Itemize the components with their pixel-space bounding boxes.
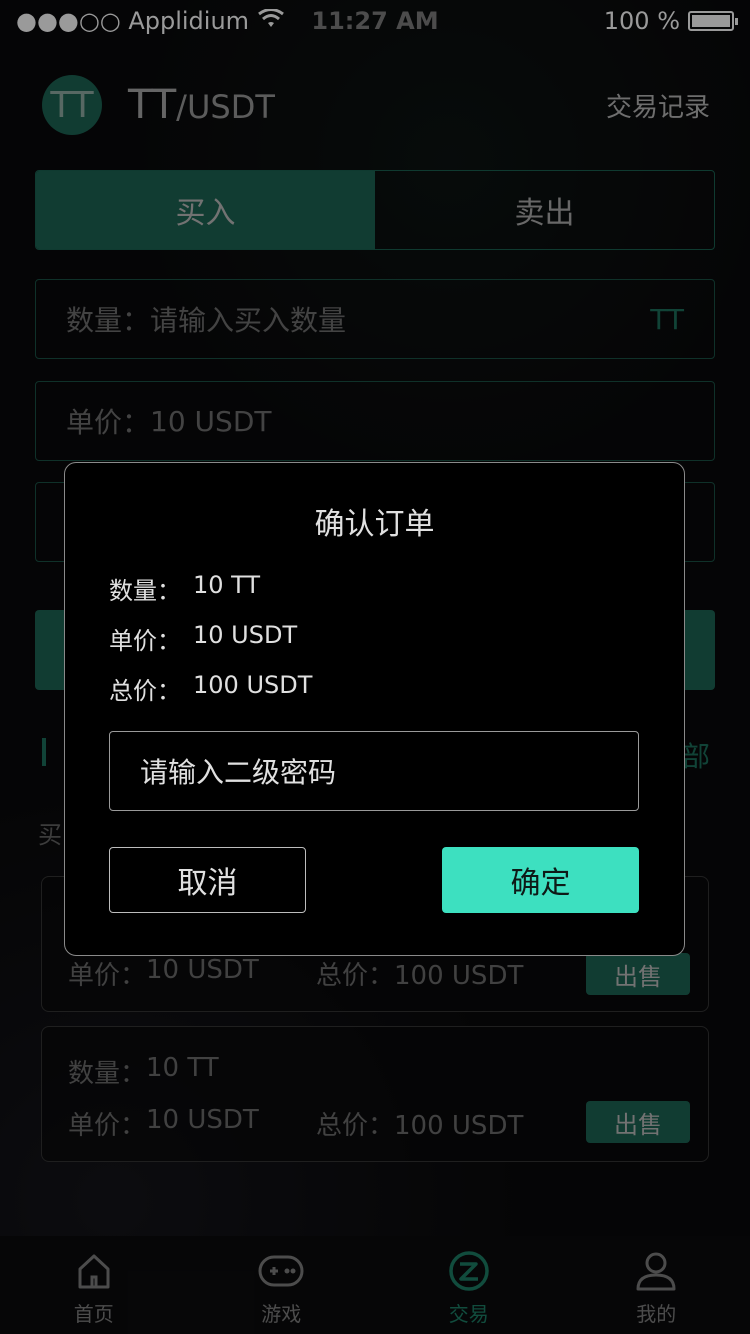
confirm-button[interactable]: 确定 (442, 847, 639, 913)
wifi-icon (257, 7, 285, 35)
dialog-title: 确认订单 (314, 507, 435, 542)
dialog-price: 10 USDT (193, 621, 298, 649)
battery-icon (688, 11, 738, 31)
cancel-button[interactable]: 取消 (109, 847, 306, 913)
confirm-order-dialog: 确认订单 数量： 10 TT 单价： 10 USDT 总价： 100 USDT … (64, 462, 685, 956)
dialog-quantity: 10 TT (193, 571, 261, 599)
secondary-password-input[interactable]: 请输入二级密码 (109, 731, 639, 811)
carrier-label: ●●●○○ Applidium (16, 7, 250, 35)
dialog-quantity-row: 数量： 10 TT (109, 571, 260, 606)
dialog-total-row: 总价： 100 USDT (109, 671, 312, 706)
dialog-price-label: 单价： (109, 627, 181, 655)
dialog-total: 100 USDT (193, 671, 313, 699)
battery-label: 100 % (603, 7, 680, 35)
dialog-price-row: 单价： 10 USDT (109, 621, 297, 656)
dialog-total-label: 总价： (109, 677, 181, 705)
dialog-quantity-label: 数量： (109, 577, 181, 605)
